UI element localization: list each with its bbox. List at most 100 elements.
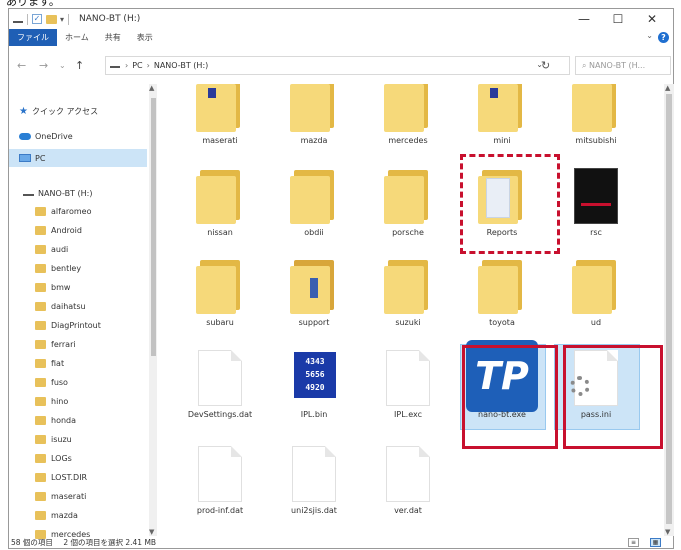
- folder-item[interactable]: toyota: [458, 254, 546, 334]
- sidebar-item-onedrive[interactable]: OneDrive: [19, 127, 73, 145]
- properties-icon[interactable]: ✓: [32, 14, 42, 24]
- forward-icon[interactable]: →: [39, 59, 48, 72]
- file-item[interactable]: prod-inf.dat: [176, 442, 264, 522]
- address-row: ← → ⌄ ↑ › PC › NANO-BT (H:) ⌄ ↻ ⌕ NANO-B…: [9, 53, 673, 79]
- sidebar-item-folder[interactable]: isuzu: [35, 430, 72, 448]
- customize-toolbar-icon[interactable]: ▾: [60, 15, 64, 24]
- folder-item[interactable]: mazda: [270, 84, 358, 152]
- file-item[interactable]: uni2sjis.dat: [270, 442, 358, 522]
- tab-home[interactable]: ホーム: [57, 29, 97, 46]
- ribbon-expand-icon[interactable]: ⌄: [646, 31, 653, 40]
- folder-item[interactable]: subaru: [176, 254, 264, 334]
- title-bar: ✓ ▾ NANO-BT (H:) — ☐ ✕: [9, 9, 673, 29]
- maximize-button[interactable]: ☐: [601, 9, 635, 29]
- sidebar-item-folder[interactable]: Android: [35, 221, 82, 239]
- help-icon[interactable]: ?: [658, 32, 669, 43]
- sidebar-item-folder[interactable]: daihatsu: [35, 297, 86, 315]
- sidebar-item-label: audi: [51, 244, 69, 254]
- search-input[interactable]: ⌕ NANO-BT (H...: [575, 56, 671, 75]
- scrollbar-thumb[interactable]: [151, 98, 156, 356]
- navigation-pane: ★ クイック アクセス OneDrive PC NANO-BT (H:) alf…: [9, 84, 157, 539]
- folder-icon: [35, 301, 46, 311]
- folder-icon: [364, 164, 452, 226]
- red-highlight-box: [563, 345, 663, 449]
- sidebar-item-quick-access[interactable]: ★ クイック アクセス: [19, 102, 98, 120]
- file-name: subaru: [206, 318, 234, 327]
- details-view-icon[interactable]: ≡: [628, 538, 639, 547]
- scroll-down-icon[interactable]: ▼: [149, 528, 154, 536]
- file-name: maserati: [202, 136, 238, 145]
- folder-item[interactable]: obdii: [270, 164, 358, 244]
- sidebar-item-folder[interactable]: maserati: [35, 487, 86, 505]
- sidebar-item-folder[interactable]: bentley: [35, 259, 81, 277]
- sidebar-item-drive[interactable]: NANO-BT (H:): [23, 184, 92, 202]
- folder-item[interactable]: support: [270, 254, 358, 334]
- folder-icon: [35, 282, 46, 292]
- minimize-button[interactable]: —: [567, 9, 601, 29]
- sidebar-item-folder[interactable]: mazda: [35, 506, 78, 524]
- folder-item[interactable]: maserati: [176, 84, 264, 152]
- recent-locations-icon[interactable]: ⌄: [59, 61, 66, 70]
- scroll-down-icon[interactable]: ▼: [665, 528, 670, 536]
- sidebar-item-folder[interactable]: fiat: [35, 354, 64, 372]
- sidebar-item-folder[interactable]: audi: [35, 240, 68, 258]
- back-icon[interactable]: ←: [17, 59, 26, 72]
- sidebar-item-label: hino: [51, 396, 69, 406]
- scrollbar-thumb[interactable]: [666, 94, 672, 524]
- folder-preview: [490, 88, 498, 98]
- file-item[interactable]: ver.dat: [364, 442, 452, 522]
- folder-item[interactable]: mini: [458, 84, 546, 152]
- sidebar-item-folder[interactable]: ferrari: [35, 335, 76, 353]
- scroll-up-icon[interactable]: ▲: [665, 84, 670, 92]
- close-button[interactable]: ✕: [635, 9, 669, 29]
- sidebar-item-folder[interactable]: hino: [35, 392, 68, 410]
- file-name: mini: [493, 136, 511, 145]
- sidebar-scrollbar[interactable]: ▲ ▼: [149, 84, 157, 536]
- folder-item[interactable]: porsche: [364, 164, 452, 244]
- sidebar-item-folder[interactable]: DiagPrintout: [35, 316, 101, 334]
- top-caption: あります。: [6, 0, 60, 8]
- folder-icon: [35, 263, 46, 273]
- sidebar-item-folder[interactable]: honda: [35, 411, 76, 429]
- tab-file[interactable]: ファイル: [9, 29, 57, 46]
- sidebar-item-folder[interactable]: alfaromeo: [35, 202, 91, 220]
- folder-icon: [458, 254, 546, 316]
- sidebar-item-label: NANO-BT (H:): [38, 188, 93, 198]
- new-folder-icon[interactable]: [46, 14, 57, 24]
- file-item[interactable]: rsc: [552, 164, 640, 244]
- refresh-icon[interactable]: ↻: [541, 59, 550, 72]
- file-name: ver.dat: [394, 506, 422, 515]
- folder-item[interactable]: suzuki: [364, 254, 452, 334]
- folder-front: [196, 266, 236, 314]
- tab-view[interactable]: 表示: [129, 29, 161, 46]
- sidebar-item-folder[interactable]: fuso: [35, 373, 68, 391]
- cloud-icon: [19, 132, 31, 140]
- sidebar-item-pc[interactable]: PC: [9, 149, 147, 167]
- large-icons-view-icon[interactable]: ▦: [650, 538, 661, 547]
- up-icon[interactable]: ↑: [75, 59, 84, 72]
- file-item[interactable]: 4343 5656 4920 IPL.bin: [270, 346, 358, 426]
- window-title: NANO-BT (H:): [79, 14, 141, 24]
- content-scrollbar[interactable]: ▲ ▼: [664, 84, 674, 536]
- breadcrumb-pc[interactable]: PC: [132, 61, 142, 70]
- file-item[interactable]: DevSettings.dat: [176, 346, 264, 426]
- ipl-bin-icon-text: 5656: [305, 370, 325, 379]
- folder-item[interactable]: ud: [552, 254, 640, 334]
- address-bar[interactable]: › PC › NANO-BT (H:) ⌄: [105, 56, 570, 75]
- breadcrumb-drive[interactable]: NANO-BT (H:): [154, 61, 208, 70]
- folder-item[interactable]: nissan: [176, 164, 264, 244]
- tab-share[interactable]: 共有: [97, 29, 129, 46]
- scroll-up-icon[interactable]: ▲: [149, 84, 154, 92]
- file-item[interactable]: IPL.exc: [364, 346, 452, 426]
- folder-front: [384, 84, 424, 132]
- file-page-corner: [231, 350, 242, 361]
- sidebar-item-label: DiagPrintout: [51, 320, 101, 330]
- folder-front: [196, 176, 236, 224]
- sidebar-item-folder[interactable]: LOST.DIR: [35, 468, 87, 486]
- folder-item[interactable]: mitsubishi: [552, 84, 640, 152]
- sidebar-item-folder[interactable]: LOGs: [35, 449, 72, 467]
- folder-item[interactable]: mercedes: [364, 84, 452, 152]
- file-name: support: [298, 318, 330, 327]
- folder-front: [290, 84, 330, 132]
- sidebar-item-folder[interactable]: bmw: [35, 278, 70, 296]
